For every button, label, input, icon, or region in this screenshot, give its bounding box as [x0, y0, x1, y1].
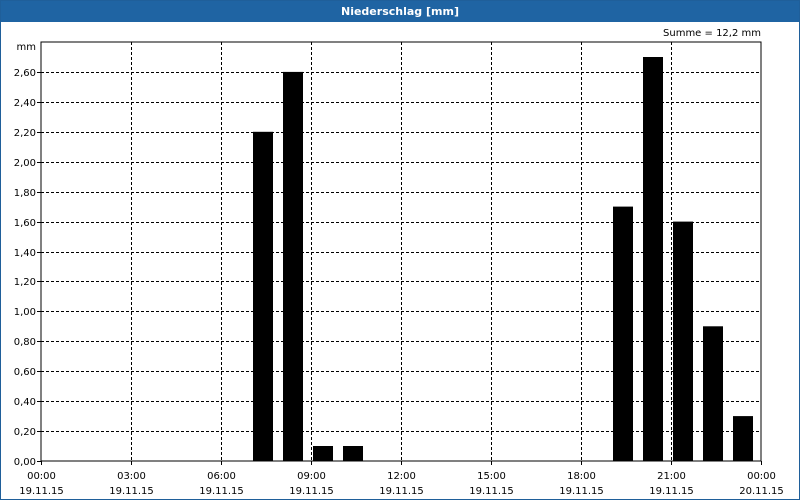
y-tick-label: 0,40 — [14, 397, 36, 408]
y-tick-label: 1,20 — [14, 277, 36, 288]
x-tick-time-label: 09:00 — [297, 471, 326, 482]
sum-annotation: Summe = 12,2 mm — [663, 28, 761, 39]
y-tick-label: 1,00 — [14, 307, 36, 318]
bar-series — [253, 57, 753, 462]
bar — [703, 326, 723, 461]
x-tick-time-label: 21:00 — [657, 471, 686, 482]
y-tick-label: 0,00 — [14, 457, 36, 468]
bar — [733, 416, 753, 461]
x-tick-date-label: 19.11.15 — [559, 486, 604, 497]
x-tick-date-label: 19.11.15 — [199, 486, 244, 497]
bar — [253, 131, 273, 462]
y-tick-label: 2,40 — [14, 98, 36, 109]
x-tick-time-label: 00:00 — [747, 471, 776, 482]
y-tick-label: 1,40 — [14, 248, 36, 259]
x-tick-time-label: 12:00 — [387, 471, 416, 482]
bar — [613, 206, 633, 461]
y-tick-label: 1,80 — [14, 188, 36, 199]
y-tick-label: 2,20 — [14, 128, 36, 139]
y-tick-label: 0,80 — [14, 337, 36, 348]
x-tick-date-label: 20.11.15 — [739, 486, 784, 497]
bar — [643, 57, 663, 461]
y-axis: 0,00 0,20 0,40 0,60 0,80 1,00 1,20 1,40 1,60 1,80… — [14, 68, 41, 468]
x-tick-date-label: 19.11.15 — [19, 486, 64, 497]
x-tick-date-label: 19.11.15 — [289, 486, 334, 497]
x-tick-date-label: 19.11.15 — [109, 486, 154, 497]
x-axis: 00:00 19.11.15 03:00 19.11.15 06:00 19.11.15 0… — [19, 461, 784, 497]
y-tick-label: 2,00 — [14, 158, 36, 169]
y-axis-unit-label: mm — [17, 42, 36, 53]
x-tick-time-label: 18:00 — [567, 471, 596, 482]
y-tick-label: 0,60 — [14, 367, 36, 378]
y-tick-label: 0,20 — [14, 427, 36, 438]
bar — [283, 71, 303, 462]
y-tick-label: 1,60 — [14, 218, 36, 229]
bar — [673, 221, 693, 461]
bar — [343, 446, 363, 461]
x-tick-date-label: 19.11.15 — [469, 486, 514, 497]
x-tick-time-label: 06:00 — [207, 471, 236, 482]
x-tick-time-label: 03:00 — [117, 471, 146, 482]
bar — [313, 446, 333, 461]
x-tick-date-label: 19.11.15 — [379, 486, 424, 497]
precipitation-chart: 0,00 0,20 0,40 0,60 0,80 1,00 1,20 1,40 1,60 1,80… — [14, 28, 784, 497]
x-tick-date-label: 19.11.15 — [649, 486, 694, 497]
y-tick-label: 2,60 — [14, 68, 36, 79]
x-tick-time-label: 15:00 — [477, 471, 506, 482]
x-tick-time-label: 00:00 — [27, 471, 56, 482]
